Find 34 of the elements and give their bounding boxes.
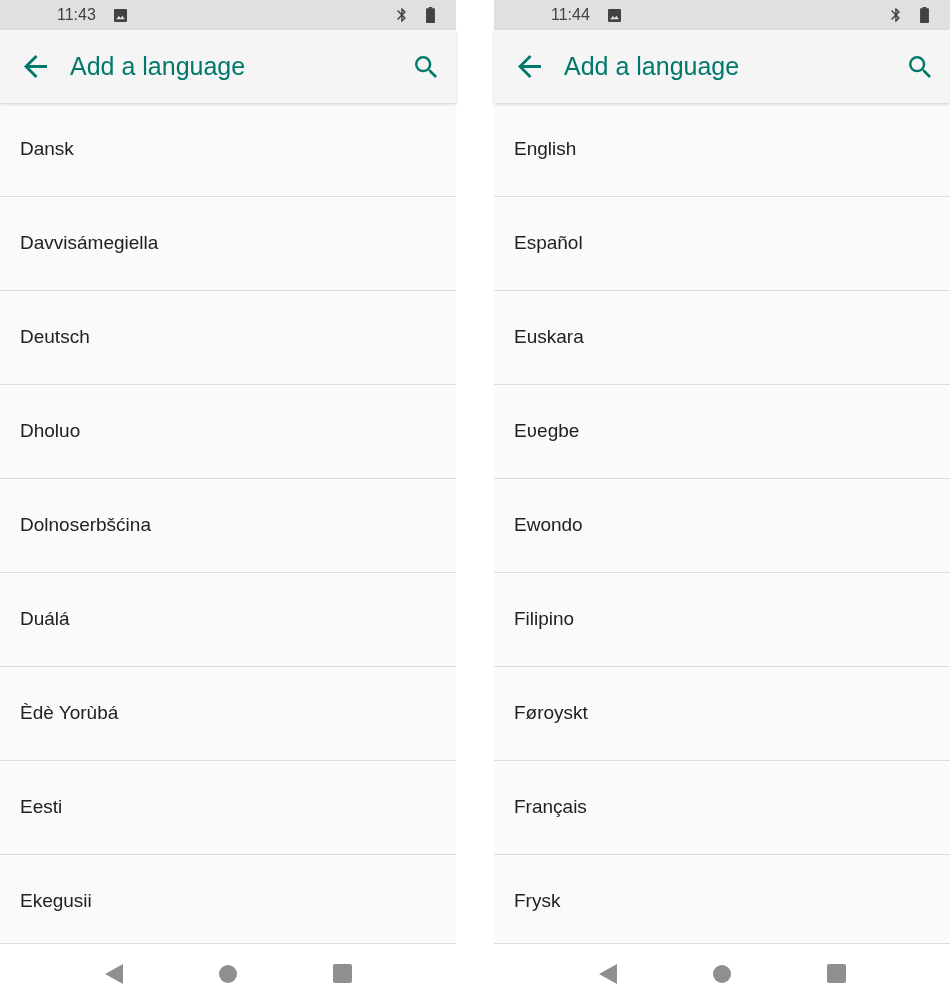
image-icon	[113, 8, 127, 22]
language-item[interactable]: Davvisámegiella	[0, 197, 456, 291]
app-bar-title: Add a language	[564, 54, 740, 79]
home-circle-icon[interactable]	[713, 964, 731, 983]
back-triangle-icon[interactable]	[105, 963, 123, 984]
language-item[interactable]: Español	[494, 197, 950, 291]
back-arrow-icon[interactable]	[24, 55, 47, 78]
back-triangle-icon[interactable]	[599, 963, 617, 984]
language-item[interactable]: Duálá	[0, 573, 456, 667]
bluetooth-icon	[891, 8, 900, 22]
language-item[interactable]: English	[494, 103, 950, 197]
language-item[interactable]: Français	[494, 761, 950, 855]
search-icon[interactable]	[415, 55, 437, 78]
battery-icon	[920, 7, 929, 23]
image-icon	[607, 8, 621, 22]
search-icon[interactable]	[909, 55, 931, 78]
language-item[interactable]: Eʋegbe	[494, 385, 950, 479]
language-item[interactable]: Dolnoserbšćina	[0, 479, 456, 573]
language-item[interactable]: Euskara	[494, 291, 950, 385]
bluetooth-icon	[397, 8, 406, 22]
language-item[interactable]: Filipino	[494, 573, 950, 667]
status-time: 11:44	[551, 7, 590, 23]
language-item[interactable]: Ewondo	[494, 479, 950, 573]
battery-icon	[426, 7, 435, 23]
language-item[interactable]: Føroyskt	[494, 667, 950, 761]
back-arrow-icon[interactable]	[518, 55, 541, 78]
language-item[interactable]: Èdè Yorùbá	[0, 667, 456, 761]
app-bar-title: Add a language	[70, 54, 246, 79]
home-circle-icon[interactable]	[219, 964, 237, 983]
language-item[interactable]: Eesti	[0, 761, 456, 855]
language-item[interactable]: Dholuo	[0, 385, 456, 479]
language-item[interactable]: Deutsch	[0, 291, 456, 385]
status-time: 11:43	[57, 7, 96, 23]
language-item[interactable]: Dansk	[0, 103, 456, 197]
